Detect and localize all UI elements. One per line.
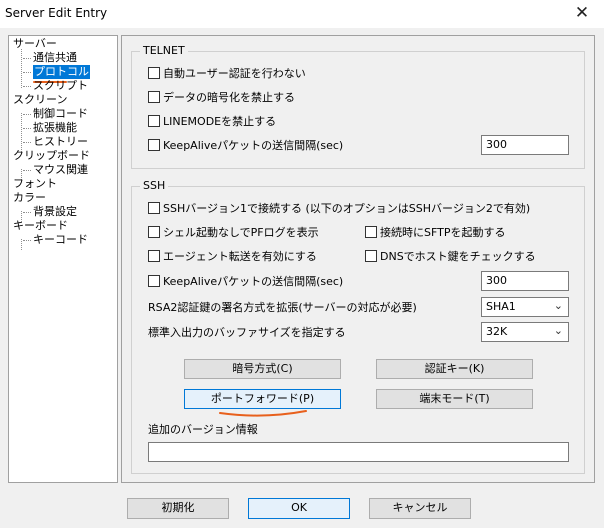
tree-item-control-code[interactable]: 制御コード: [23, 107, 88, 121]
ssh-group-title: SSH: [140, 179, 169, 192]
select-value: 32K: [486, 325, 508, 338]
checkbox-label: SSHバージョン1で接続する (以下のオプションはSSHバージョン2で有効): [163, 202, 531, 215]
chevron-down-icon: ⌄: [553, 299, 563, 312]
cancel-button[interactable]: キャンセル: [369, 498, 471, 519]
extra-version-input[interactable]: [148, 442, 569, 462]
no-shell-checkbox[interactable]: シェル起動なしでPFログを表示: [148, 226, 319, 240]
telnet-keepalive-checkbox[interactable]: KeepAliveパケットの送信間隔(sec): [148, 139, 343, 153]
tree-item-keyboard[interactable]: キーボード: [13, 219, 68, 233]
tree-item-keycode[interactable]: キーコード: [23, 233, 88, 247]
tree-item-common[interactable]: 通信共通: [23, 51, 77, 65]
telnet-no-encrypt-checkbox[interactable]: データの暗号化を禁止する: [148, 91, 295, 105]
settings-panel: TELNET 自動ユーザー認証を行わない データの暗号化を禁止する LINEMO…: [121, 35, 595, 483]
checkbox-box[interactable]: [148, 275, 160, 287]
checkbox-label: 自動ユーザー認証を行わない: [163, 67, 306, 80]
tree-item-history[interactable]: ヒストリー: [23, 135, 88, 149]
checkbox-label: エージェント転送を有効にする: [163, 250, 317, 263]
ssh-group: SSH SSHバージョン1で接続する (以下のオプションはSSHバージョン2で有…: [131, 179, 585, 474]
telnet-group: TELNET 自動ユーザー認証を行わない データの暗号化を禁止する LINEMO…: [131, 44, 585, 169]
tree-line: [21, 49, 22, 88]
chevron-down-icon: ⌄: [553, 324, 563, 337]
telnet-keepalive-input[interactable]: 300: [481, 135, 569, 155]
tree-item-color[interactable]: カラー: [13, 191, 46, 205]
checkbox-box[interactable]: [148, 91, 160, 103]
checkbox-label: LINEMODEを禁止する: [163, 115, 277, 128]
ssh1-checkbox[interactable]: SSHバージョン1で接続する (以下のオプションはSSHバージョン2で有効): [148, 202, 530, 216]
checkbox-box[interactable]: [365, 226, 377, 238]
checkbox-label: 接続時にSFTPを起動する: [380, 226, 506, 239]
category-tree: サーバー 通信共通 プロトコル スクリプト スクリーン 制御コード 拡張機能 ヒ…: [8, 35, 118, 483]
tree-item-background[interactable]: 背景設定: [23, 205, 77, 219]
checkbox-label: DNSでホスト鍵をチェックする: [380, 250, 536, 263]
checkbox-box[interactable]: [365, 250, 377, 262]
checkbox-label: KeepAliveパケットの送信間隔(sec): [163, 275, 344, 288]
checkbox-box[interactable]: [148, 226, 160, 238]
checkbox-label: KeepAliveパケットの送信間隔(sec): [163, 139, 344, 152]
select-value: SHA1: [486, 300, 516, 313]
checkbox-box[interactable]: [148, 202, 160, 214]
checkbox-box[interactable]: [148, 115, 160, 127]
tree-item-script[interactable]: スクリプト: [23, 79, 88, 93]
tree-item-screen[interactable]: スクリーン: [13, 93, 67, 107]
tree-item-mouse[interactable]: マウス関連: [23, 163, 88, 177]
checkbox-box[interactable]: [148, 250, 160, 262]
checkbox-label: シェル起動なしでPFログを表示: [163, 226, 319, 239]
sftp-on-connect-checkbox[interactable]: 接続時にSFTPを起動する: [365, 226, 505, 240]
reset-button[interactable]: 初期化: [127, 498, 229, 519]
ssh-keepalive-checkbox[interactable]: KeepAliveパケットの送信間隔(sec): [148, 275, 343, 289]
terminal-mode-button[interactable]: 端末モード(T): [376, 389, 533, 409]
extra-version-label: 追加のバージョン情報: [148, 423, 258, 436]
telnet-group-title: TELNET: [140, 44, 188, 57]
checkbox-box[interactable]: [148, 67, 160, 79]
window-title: Server Edit Entry: [5, 6, 108, 20]
checkbox-label: データの暗号化を禁止する: [163, 91, 295, 104]
buffer-size-select[interactable]: 32K ⌄: [481, 322, 569, 342]
tree-line: [21, 113, 22, 152]
tree-item-protocol[interactable]: プロトコル: [23, 65, 90, 79]
telnet-auto-auth-checkbox[interactable]: 自動ユーザー認証を行わない: [148, 67, 306, 81]
rsa-sign-label: RSA2認証鍵の署名方式を拡張(サーバーの対応が必要): [148, 301, 417, 314]
annotation-underline: [219, 410, 307, 417]
tree-line: [21, 239, 22, 250]
auth-key-button[interactable]: 認証キー(K): [376, 359, 533, 379]
tree-item-extension[interactable]: 拡張機能: [23, 121, 77, 135]
agent-forward-checkbox[interactable]: エージェント転送を有効にする: [148, 250, 317, 264]
rsa-sign-select[interactable]: SHA1 ⌄: [481, 297, 569, 317]
telnet-no-linemode-checkbox[interactable]: LINEMODEを禁止する: [148, 115, 276, 129]
ok-button[interactable]: OK: [248, 498, 350, 519]
ssh-keepalive-input[interactable]: 300: [481, 271, 569, 291]
cipher-button[interactable]: 暗号方式(C): [184, 359, 341, 379]
port-forward-button[interactable]: ポートフォワード(P): [184, 389, 341, 409]
tree-item-server[interactable]: サーバー: [13, 37, 57, 51]
checkbox-box[interactable]: [148, 139, 160, 151]
title-bar: Server Edit Entry ✕: [0, 0, 604, 28]
dns-hostkey-checkbox[interactable]: DNSでホスト鍵をチェックする: [365, 250, 536, 264]
tree-item-clipboard[interactable]: クリップボード: [13, 149, 90, 163]
close-icon[interactable]: ✕: [560, 0, 604, 28]
tree-item-font[interactable]: フォント: [13, 177, 57, 191]
buffer-size-label: 標準入出力のバッファサイズを指定する: [148, 326, 346, 339]
